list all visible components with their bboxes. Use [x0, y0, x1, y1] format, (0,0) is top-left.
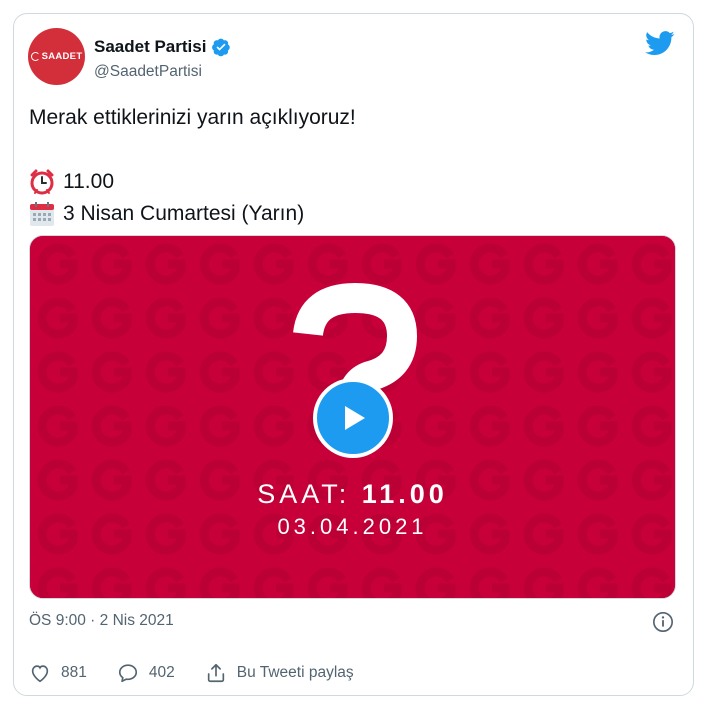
verified-badge-icon [212, 38, 231, 57]
calendar-icon [30, 202, 54, 226]
like-count: 881 [61, 664, 87, 681]
avatar[interactable]: SAADET [28, 28, 85, 85]
reply-count: 402 [148, 664, 175, 681]
reply-button[interactable]: 402 [117, 662, 175, 684]
tweet-card[interactable]: SAADET Saadet Partisi @SaadetPartisi Mer… [13, 13, 694, 696]
tweet-time-text: 11.00 [63, 170, 114, 193]
video-player[interactable]: SAAT: 11.00 03.04.2021 [29, 235, 676, 599]
video-caption-saat-time: 11.00 [361, 479, 448, 509]
play-button[interactable] [313, 378, 393, 458]
play-icon [345, 406, 365, 430]
share-label: Bu Tweeti paylaş [236, 664, 354, 681]
tweet-actions: 881 402 Bu Tweeti paylaş [29, 662, 384, 684]
tweet-line-1: Merak ettiklerinizi yarın açıklıyoruz! [29, 106, 356, 129]
avatar-logo-text: SAADET [41, 51, 83, 62]
tweet-timestamp[interactable]: ÖS 9:00 · 2 Nis 2021 [29, 612, 174, 630]
reply-bubble-icon [118, 664, 137, 683]
video-caption-saat-label: SAAT: [257, 479, 362, 509]
display-name[interactable]: Saadet Partisi [94, 37, 206, 57]
tweet-time-line: 11.00 [29, 166, 356, 198]
twitter-bird-icon[interactable] [645, 31, 675, 56]
saadet-logo-icon [30, 52, 40, 61]
tweet-date-line: 3 Nisan Cumartesi (Yarın) [29, 198, 356, 230]
author-name-row: Saadet Partisi [94, 37, 231, 57]
author-handle[interactable]: @SaadetPartisi [94, 63, 202, 81]
share-button[interactable]: Bu Tweeti paylaş [205, 662, 354, 684]
info-icon[interactable] [652, 611, 674, 633]
heart-icon [31, 665, 49, 683]
tweet-text: Merak ettiklerinizi yarın açıklıyoruz! 1… [29, 102, 356, 230]
video-caption-time: SAAT: 11.00 [30, 479, 675, 510]
tweet-date-text: 3 Nisan Cumartesi (Yarın) [63, 202, 305, 225]
like-button[interactable]: 881 [29, 662, 87, 684]
share-icon [207, 663, 224, 683]
video-caption-date: 03.04.2021 [277, 514, 428, 539]
avatar-logo: SAADET [30, 51, 83, 62]
alarm-clock-icon [30, 169, 54, 195]
